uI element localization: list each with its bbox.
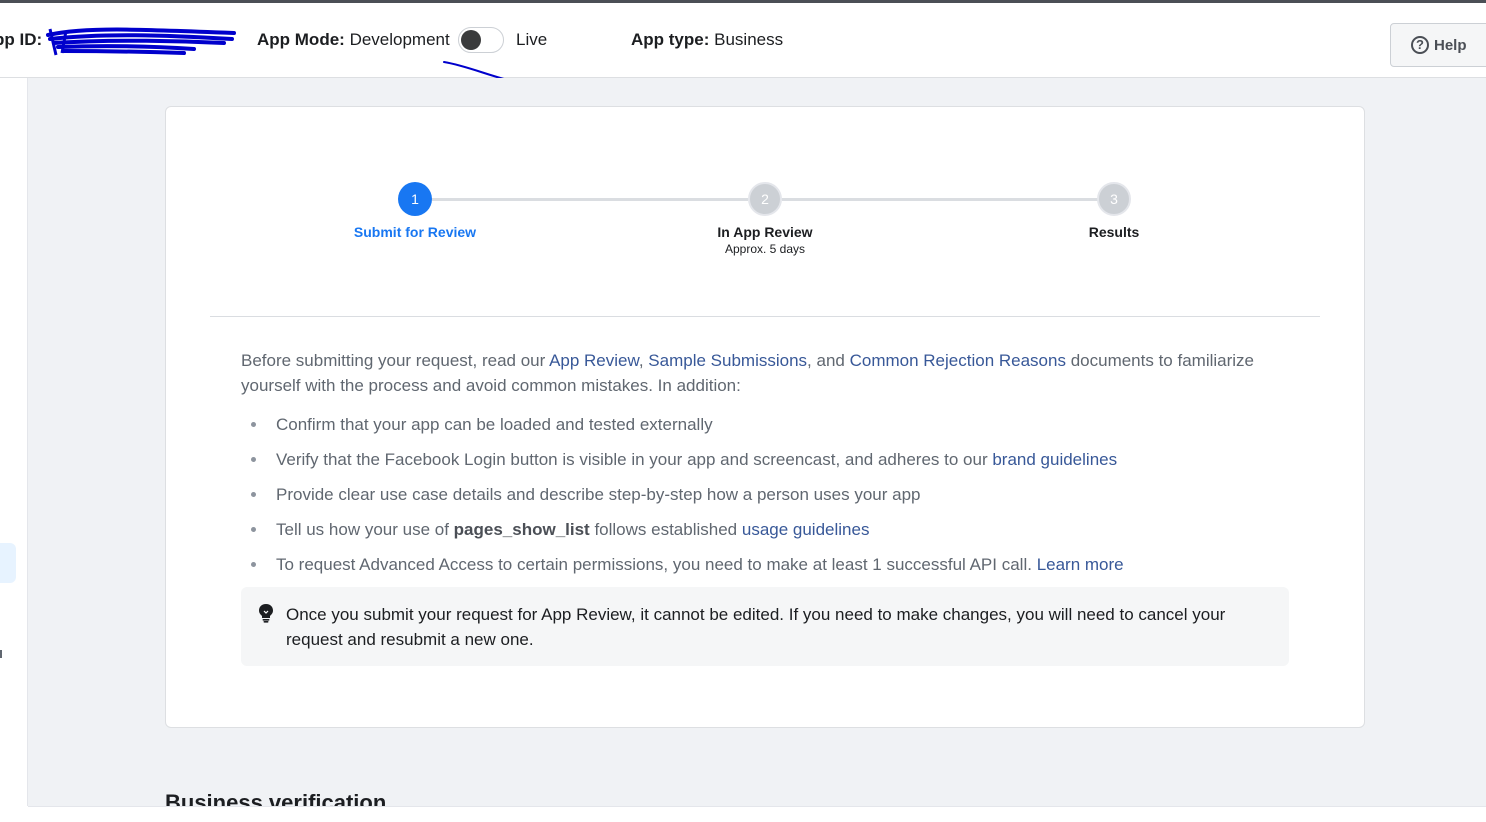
- stepper-track-1: [432, 198, 748, 201]
- list-item: To request Advanced Access to certain pe…: [241, 552, 1291, 587]
- step-2-sublabel: Approx. 5 days: [724, 242, 806, 256]
- step-2-circle: 2: [748, 182, 782, 216]
- lightbulb-icon: [259, 604, 273, 623]
- help-button[interactable]: ? Help: [1390, 23, 1486, 67]
- notice-text: Once you submit your request for App Rev…: [286, 605, 1226, 649]
- list-item-text: To request Advanced Access to certain pe…: [276, 555, 1037, 574]
- requirements-list: Confirm that your app can be loaded and …: [241, 412, 1291, 587]
- sample-submissions-link[interactable]: Sample Submissions: [648, 351, 807, 370]
- bullet-dot: [251, 562, 256, 567]
- common-rejection-reasons-link[interactable]: Common Rejection Reasons: [850, 351, 1066, 370]
- app-type: App type: Business: [631, 30, 783, 50]
- sidebar: [0, 78, 28, 806]
- toggle-knob: [461, 30, 481, 50]
- redaction-scribble: [46, 27, 236, 56]
- live-label: Live: [516, 30, 548, 49]
- permission-name: pages_show_list: [453, 520, 590, 539]
- step-2-label: In App Review: [717, 224, 813, 240]
- help-circle-icon: ?: [1411, 36, 1429, 54]
- bullet-dot: [251, 527, 256, 532]
- step-3-circle: 3: [1097, 182, 1131, 216]
- list-item-text: Tell us how your use of: [276, 520, 454, 539]
- step-1-circle: 1: [398, 182, 432, 216]
- app-mode: App Mode: Development: [257, 30, 450, 50]
- intro-text: ,: [638, 351, 649, 370]
- list-item-text: Provide clear use case details and descr…: [276, 485, 921, 504]
- learn-more-link[interactable]: Learn more: [1037, 555, 1124, 574]
- usage-guidelines-link[interactable]: usage guidelines: [742, 520, 870, 539]
- app-type-value: Business: [714, 30, 784, 49]
- intro-paragraph: Before submitting your request, read our…: [241, 348, 1291, 398]
- bullet-dot: [251, 492, 256, 497]
- step-3-label: Results: [1088, 224, 1140, 240]
- intro-text: , and: [807, 351, 850, 370]
- list-item: Provide clear use case details and descr…: [241, 482, 1291, 517]
- list-item: Tell us how your use of pages_show_list …: [241, 517, 1291, 552]
- list-item: Verify that the Facebook Login button is…: [241, 447, 1291, 482]
- edit-notice: Once you submit your request for App Rev…: [241, 587, 1289, 666]
- sidebar-item-active[interactable]: [0, 543, 16, 583]
- list-item-text: Confirm that your app can be loaded and …: [276, 415, 713, 434]
- help-label: Help: [1434, 36, 1467, 54]
- step-1-label: Submit for Review: [353, 224, 477, 240]
- list-item: Confirm that your app can be loaded and …: [241, 412, 1291, 447]
- bottom-edge: [28, 806, 1486, 822]
- list-item-text: follows established: [589, 520, 742, 539]
- app-id-label: pp ID:: [0, 30, 43, 49]
- list-item-text: Verify that the Facebook Login button is…: [276, 450, 993, 469]
- app-mode-toggle[interactable]: [458, 27, 504, 53]
- card-divider: [210, 316, 1320, 317]
- app-mode-label: App Mode:: [257, 30, 345, 49]
- intro-text: Before submitting your request, read our: [241, 351, 550, 370]
- top-bar: pp ID: App Mode: Development Live App ty…: [0, 3, 1486, 78]
- brand-guidelines-link[interactable]: brand guidelines: [992, 450, 1117, 469]
- bullet-dot: [251, 457, 256, 462]
- sidebar-item-marker: [0, 650, 2, 658]
- app-mode-value: Development: [349, 30, 450, 49]
- app-type-label: App type:: [631, 30, 710, 49]
- app-review-link[interactable]: App Review: [549, 351, 639, 370]
- stepper-track-2: [782, 198, 1098, 201]
- bullet-dot: [251, 422, 256, 427]
